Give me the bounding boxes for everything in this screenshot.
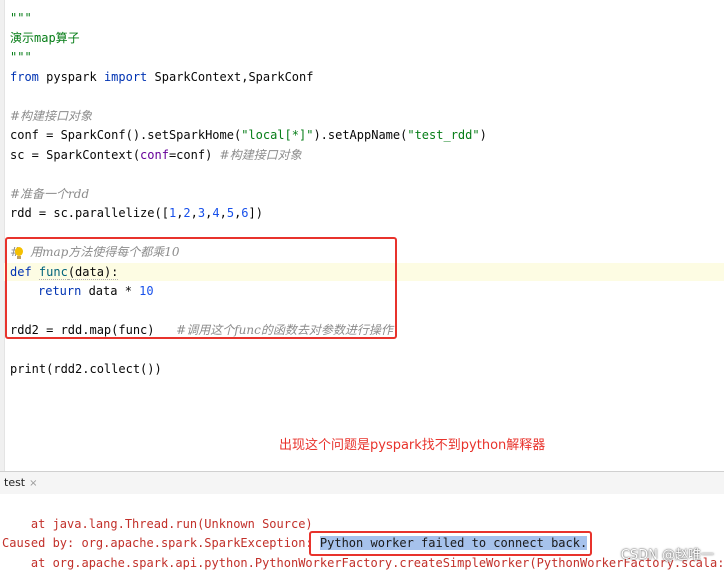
print-line: print(rdd2.collect()) bbox=[10, 362, 162, 376]
console-toolbar: test × bbox=[0, 471, 724, 496]
rdd-number: 3 bbox=[197, 206, 206, 220]
tab-test[interactable]: test × bbox=[0, 472, 46, 496]
keyword-from: from bbox=[10, 70, 39, 84]
editor-gutter bbox=[0, 0, 5, 471]
comment-prepare-rdd: #准备一个rdd bbox=[10, 187, 90, 201]
rdd-number: 4 bbox=[212, 206, 220, 220]
conf-string-appname: "test_rdd" bbox=[407, 128, 480, 142]
rdd-code-a: rdd = sc.parallelize([ bbox=[10, 206, 169, 220]
exception-prefix: Caused by: org.apache.spark.SparkExcepti… bbox=[2, 536, 320, 550]
comment-build-conf: #构建接口对象 bbox=[10, 109, 93, 123]
conf-code-a: conf = SparkConf().setSparkHome( bbox=[10, 128, 242, 142]
docstring-text: 演示map算子 bbox=[10, 31, 80, 45]
watermark: CSDN @赵唯一 bbox=[620, 548, 714, 563]
code-editor[interactable]: """ 演示map算子 """ from pyspark import Spar… bbox=[0, 0, 724, 471]
sc-code-b: =conf) bbox=[168, 148, 220, 162]
rdd-number: 2 bbox=[183, 206, 191, 220]
sc-param: conf bbox=[140, 148, 169, 162]
sc-line: sc = SparkContext(conf=conf) #构建接口对象 bbox=[10, 147, 302, 163]
docstring-close: """ bbox=[10, 50, 32, 64]
rdd-number: 1 bbox=[168, 206, 177, 220]
sc-code-a: sc = SparkContext( bbox=[10, 148, 141, 162]
conf-line: conf = SparkConf().setSparkHome("local[*… bbox=[10, 127, 487, 143]
console-line: at org.apache.spark.api.python.PythonWor… bbox=[2, 556, 724, 570]
rdd-number: 6 bbox=[241, 206, 249, 220]
close-icon[interactable]: × bbox=[29, 478, 37, 489]
sc-comment: #构建接口对象 bbox=[219, 148, 302, 162]
rdd-number: 5 bbox=[226, 206, 235, 220]
highlight-box-error bbox=[309, 531, 592, 556]
highlight-box-code bbox=[5, 237, 397, 339]
annotation-text: 出现这个问题是pyspark找不到python解释器 bbox=[279, 438, 546, 453]
import-module: pyspark bbox=[38, 70, 104, 84]
keyword-import: import bbox=[103, 70, 148, 84]
rdd-line: rdd = sc.parallelize([1,2,3,4,5,6]) bbox=[10, 206, 263, 220]
rdd-code-b: ]) bbox=[248, 206, 263, 220]
import-line: from pyspark import SparkContext,SparkCo… bbox=[10, 69, 313, 85]
console-line: at java.lang.Thread.run(Unknown Source) bbox=[2, 517, 313, 531]
tab-label: test bbox=[4, 476, 26, 489]
conf-string-local: "local[*]" bbox=[241, 128, 314, 142]
conf-code-b: ).setAppName( bbox=[313, 128, 408, 142]
conf-code-c: ) bbox=[479, 128, 487, 142]
import-names: SparkContext,SparkConf bbox=[147, 70, 314, 84]
docstring-open: """ bbox=[10, 11, 32, 25]
